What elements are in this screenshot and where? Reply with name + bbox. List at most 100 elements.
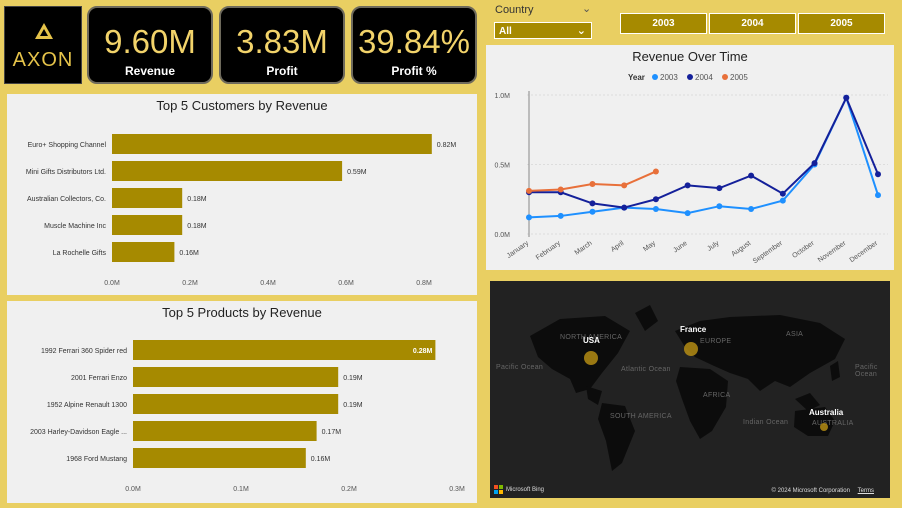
products-x-tick-label: 0.3M	[449, 486, 465, 493]
x-tick-label: December	[849, 240, 880, 265]
profit-kpi-value: 3.83M	[236, 23, 328, 60]
data-point-2003	[748, 205, 755, 212]
products-bar	[133, 448, 306, 468]
map-country-france: France	[680, 325, 707, 334]
data-point-2003	[557, 212, 564, 219]
revenue-kpi-card: 9.60M Revenue	[87, 6, 213, 84]
map-label-south-america: SOUTH AMERICA	[610, 413, 672, 420]
microsoft-logo-icon	[494, 485, 503, 494]
map-bubble-usa[interactable]	[584, 351, 598, 365]
products-category-label: 2001 Ferrari Enzo	[71, 375, 127, 382]
products-data-label: 0.16M	[311, 456, 331, 463]
customers-x-tick-label: 0.2M	[182, 280, 198, 287]
year-button-2003[interactable]: 2003	[620, 13, 707, 34]
map-label-indian-ocean: Indian Ocean	[743, 419, 789, 426]
legend-marker-2004	[687, 74, 693, 80]
world-landmass	[530, 305, 845, 471]
data-point-2004	[779, 190, 786, 197]
products-bar	[133, 421, 317, 441]
y-tick-label: 1.0M	[494, 93, 510, 100]
data-point-2003	[875, 192, 881, 199]
profit-percent-kpi-label: Profit %	[391, 64, 437, 78]
data-point-2004	[684, 182, 691, 189]
legend-label-2005: 2005	[730, 73, 748, 82]
data-point-2004	[843, 94, 850, 101]
map-terms-link[interactable]: Terms	[858, 488, 874, 494]
x-tick-label: February	[535, 240, 562, 262]
data-point-2004	[589, 200, 596, 207]
customers-x-tick-label: 0.4M	[260, 280, 276, 287]
map-country-usa: USA	[583, 336, 600, 345]
x-tick-label: October	[791, 240, 816, 260]
data-point-2005	[526, 187, 532, 194]
products-category-label: 1952 Alpine Renault 1300	[47, 402, 127, 409]
legend-title: Year	[628, 73, 645, 82]
data-point-2004	[716, 185, 723, 192]
products-category-label: 1992 Ferrari 360 Spider red	[41, 348, 127, 355]
slicer-collapse-chevron-icon[interactable]: ⌄	[582, 2, 591, 15]
customers-data-label: 0.16M	[179, 250, 199, 257]
data-point-2003	[589, 208, 596, 215]
country-dropdown-value: All	[499, 26, 512, 37]
map-label-australia-region: AUSTRALIA	[812, 420, 854, 427]
customers-category-label: Australian Collectors, Co.	[27, 196, 106, 203]
map-label-asia: ASIA	[786, 331, 804, 338]
customers-x-tick-label: 0.6M	[338, 280, 354, 287]
products-x-tick-label: 0.1M	[233, 486, 249, 493]
customers-x-tick-label: 0.0M	[104, 280, 120, 287]
products-data-label: 0.17M	[322, 429, 342, 436]
products-category-label: 1968 Ford Mustang	[66, 456, 127, 463]
microsoft-bing-logo: Microsoft Bing	[494, 485, 544, 494]
data-point-2005	[621, 182, 628, 189]
data-point-2004	[748, 172, 755, 179]
data-point-2005	[557, 186, 564, 193]
year-button-2004[interactable]: 2004	[709, 13, 796, 34]
map-bubble-france[interactable]	[684, 342, 698, 356]
year-button-2005[interactable]: 2005	[798, 13, 885, 34]
legend-marker-2005	[722, 74, 728, 80]
products-bar	[133, 367, 339, 387]
customers-bar	[112, 188, 183, 208]
x-tick-label: April	[610, 240, 626, 254]
profit-kpi-card: 3.83M Profit	[219, 6, 345, 84]
customers-x-tick-label: 0.8M	[416, 280, 432, 287]
revenue-kpi-value: 9.60M	[104, 23, 196, 60]
chevron-down-icon: ⌄	[576, 25, 586, 37]
axon-logo: AXON	[4, 6, 82, 84]
map-label-africa: AFRICA	[703, 392, 731, 399]
revenue-over-time-panel: Revenue Over Time Year 2003 2004 2005 0.0M 0.…	[486, 45, 894, 270]
map-bubble-australia[interactable]	[820, 423, 828, 431]
products-x-tick-label: 0.2M	[341, 486, 357, 493]
legend-label-2003: 2003	[660, 73, 678, 82]
customers-category-label: Mini Gifts Distributors Ltd.	[26, 169, 106, 176]
map-label-pacific-ocean-west: Pacific Ocean	[496, 364, 544, 371]
x-tick-label: May	[642, 240, 657, 254]
sales-map[interactable]: NORTH AMERICA EUROPE ASIA AFRICA SOUTH A…	[490, 281, 890, 498]
map-label-pacific-ocean-east: Pacific Ocean	[855, 364, 878, 378]
country-dropdown[interactable]: All ⌄	[494, 22, 592, 39]
legend-label-2004: 2004	[695, 73, 713, 82]
revenue-line-chart: Year 2003 2004 2005 0.0M 0.5M 1.0M January Febru…	[494, 73, 888, 265]
data-point-2003	[779, 197, 786, 204]
products-data-label: 0.28M	[413, 348, 433, 355]
x-tick-label: January	[506, 240, 531, 260]
products-data-label: 0.19M	[343, 375, 363, 382]
top-products-panel: Top 5 Products by Revenue 1992 Ferrari 3…	[7, 301, 477, 503]
data-point-2004	[652, 196, 659, 203]
products-category-label: 2003 Harley-Davidson Eagle ...	[30, 429, 127, 436]
data-point-2005	[652, 168, 659, 175]
data-point-2004	[875, 171, 881, 178]
country-slicer-title: Country	[495, 4, 534, 16]
revenue-kpi-label: Revenue	[124, 64, 176, 78]
customers-bar	[112, 215, 183, 235]
data-point-2003	[526, 214, 532, 221]
map-provider-label: Microsoft Bing	[506, 486, 545, 493]
products-data-label: 0.19M	[343, 402, 363, 409]
products-bar	[133, 340, 436, 360]
y-tick-label: 0.0M	[494, 232, 510, 239]
map-copyright: © 2024 Microsoft Corporation Terms	[772, 488, 874, 494]
products-x-tick-label: 0.0M	[125, 486, 141, 493]
customers-category-label: Euro+ Shopping Channel	[28, 142, 107, 149]
profit-percent-kpi-card: 39.84% Profit %	[351, 6, 477, 84]
customers-data-label: 0.18M	[187, 223, 207, 230]
